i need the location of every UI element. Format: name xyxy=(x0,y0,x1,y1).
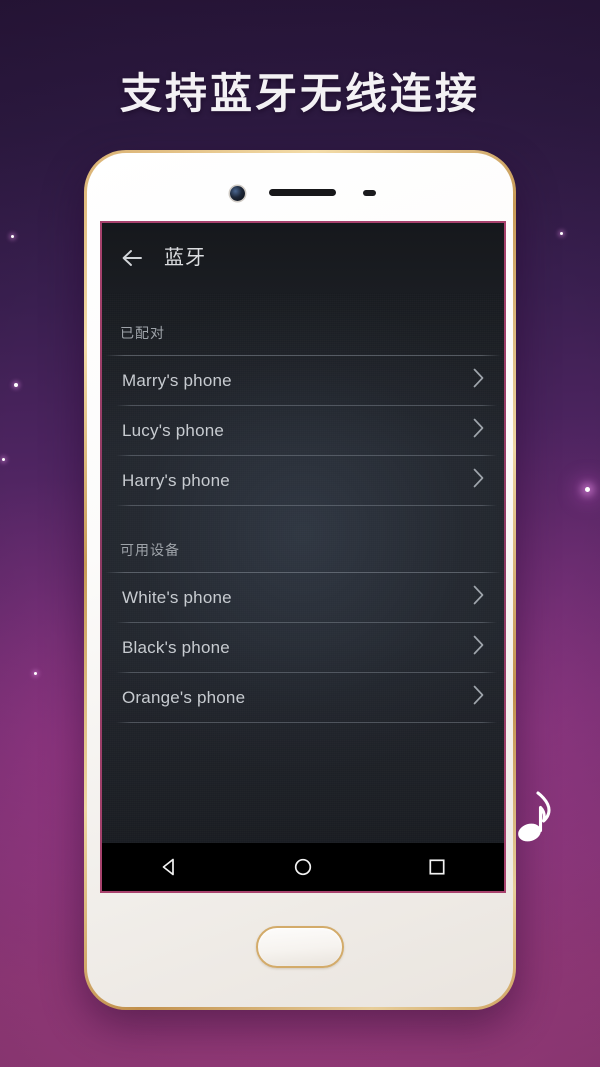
device-row[interactable]: Black's phone xyxy=(102,623,504,672)
nav-back-icon[interactable] xyxy=(155,853,183,881)
proximity-sensor-icon xyxy=(363,190,376,196)
device-name: Harry's phone xyxy=(122,470,230,490)
earpiece-speaker-icon xyxy=(269,189,336,196)
home-button[interactable] xyxy=(256,926,344,968)
device-row[interactable]: Harry's phone xyxy=(102,456,504,505)
chevron-right-icon[interactable] xyxy=(471,367,486,394)
chevron-right-icon[interactable] xyxy=(471,467,486,494)
device-row[interactable]: White's phone xyxy=(102,573,504,622)
device-list-scroll[interactable]: 已配对 Marry's phone Lucy's phone Harry's phon… xyxy=(102,293,504,891)
device-row[interactable]: Orange's phone xyxy=(102,673,504,722)
nav-recents-icon[interactable] xyxy=(423,853,451,881)
front-camera-icon xyxy=(230,186,245,201)
phone-body: 蓝牙 已配对 Marry's phone Lucy's phone Harry's p… xyxy=(87,153,513,1007)
device-name: Black's phone xyxy=(122,637,230,657)
device-name: Orange's phone xyxy=(122,687,246,707)
nav-home-icon[interactable] xyxy=(289,853,317,881)
promo-poster: 支持蓝牙无线连接 蓝牙 已配对 Marry's phone Lucy's pho… xyxy=(0,0,600,1067)
section-header-paired: 已配对 xyxy=(120,325,165,341)
app-title: 蓝牙 xyxy=(164,247,206,269)
device-name: White's phone xyxy=(122,587,232,607)
device-row[interactable]: Marry's phone xyxy=(102,356,504,405)
chevron-right-icon[interactable] xyxy=(471,417,486,444)
app-header: 蓝牙 xyxy=(102,223,504,293)
device-row[interactable]: Lucy's phone xyxy=(102,406,504,455)
section-header-available: 可用设备 xyxy=(120,542,180,558)
chevron-right-icon[interactable] xyxy=(471,584,486,611)
device-name: Lucy's phone xyxy=(122,420,225,440)
bluetooth-sections: 已配对 Marry's phone Lucy's phone Harry's phon… xyxy=(102,293,504,723)
device-name: Marry's phone xyxy=(122,370,232,390)
row-divider xyxy=(116,722,497,723)
screen-bezel: 蓝牙 已配对 Marry's phone Lucy's phone Harry's p… xyxy=(100,221,506,893)
chevron-right-icon[interactable] xyxy=(471,684,486,711)
promo-headline: 支持蓝牙无线连接 xyxy=(119,69,480,118)
phone-device: 蓝牙 已配对 Marry's phone Lucy's phone Harry's p… xyxy=(84,150,516,1010)
back-arrow-icon[interactable] xyxy=(119,243,149,273)
phone-screen: 蓝牙 已配对 Marry's phone Lucy's phone Harry's p… xyxy=(102,223,504,891)
chevron-right-icon[interactable] xyxy=(471,634,486,661)
android-navbar xyxy=(102,843,504,891)
